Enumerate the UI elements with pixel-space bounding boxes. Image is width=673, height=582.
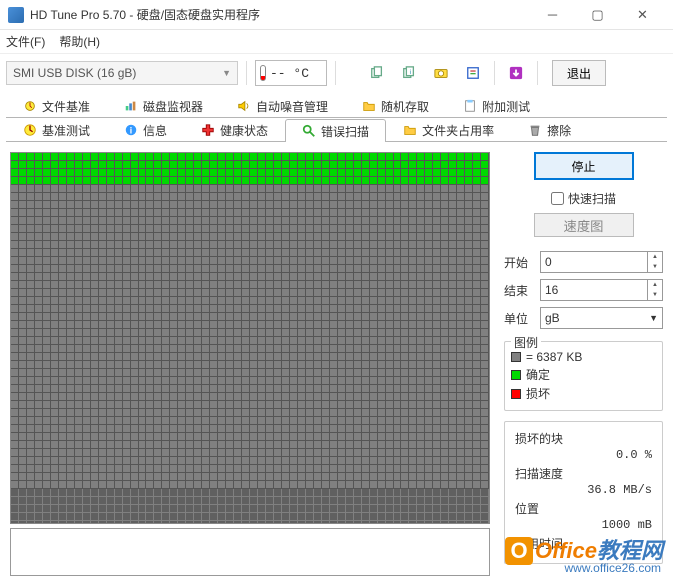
legend-swatch-blocksize — [511, 352, 521, 362]
erase-icon — [528, 123, 542, 137]
minimize-button[interactable]: ─ — [530, 1, 575, 29]
watermark: OOffice教程网 www.office26.com — [505, 533, 663, 565]
legend-box: 图例 = 6387 KB 确定 损坏 — [504, 341, 663, 411]
toolbar: SMI USB DISK (16 gB) ▼ -- °C i 退出 — [0, 54, 673, 92]
tab-random-access[interactable]: 随机存取 — [345, 94, 446, 117]
speed-map-button[interactable]: 速度图 — [534, 213, 634, 237]
titlebar: HD Tune Pro 5.70 - 硬盘/固态硬盘实用程序 ─ ▢ ✕ — [0, 0, 673, 30]
info-icon: i — [124, 123, 138, 137]
start-spinner[interactable]: ▲▼ — [648, 251, 663, 273]
copy-info-button[interactable]: i — [396, 60, 422, 86]
menu-help[interactable]: 帮助(H) — [59, 33, 100, 50]
app-icon — [8, 7, 24, 23]
content-area: 停止 快速扫描 速度图 开始 0 ▲▼ 结束 16 ▲▼ 单位 gB▼ 图例 =… — [0, 142, 673, 582]
close-button[interactable]: ✕ — [620, 1, 665, 29]
tab-disk-monitor[interactable]: 磁盘监视器 — [107, 94, 220, 117]
options-button[interactable] — [460, 60, 486, 86]
status-box — [10, 528, 490, 576]
random-access-icon — [362, 99, 376, 113]
tab-info[interactable]: i信息 — [107, 118, 184, 141]
end-input[interactable]: 16 — [540, 279, 648, 301]
end-spinner[interactable]: ▲▼ — [648, 279, 663, 301]
health-icon — [201, 123, 215, 137]
error-scan-icon — [302, 124, 316, 138]
tab-folder-usage[interactable]: 文件夹占用率 — [386, 118, 511, 141]
svg-text:i: i — [410, 69, 411, 76]
device-name: SMI USB DISK (16 gB) — [13, 66, 136, 80]
unit-select[interactable]: gB▼ — [540, 307, 663, 329]
device-select[interactable]: SMI USB DISK (16 gB) ▼ — [6, 61, 238, 85]
copy-text-button[interactable] — [364, 60, 390, 86]
side-panel: 停止 快速扫描 速度图 开始 0 ▲▼ 结束 16 ▲▼ 单位 gB▼ 图例 =… — [504, 152, 663, 576]
tab-file-bench[interactable]: 文件基准 — [6, 94, 107, 117]
folder-usage-icon — [403, 123, 417, 137]
aam-icon — [237, 99, 251, 113]
start-label: 开始 — [504, 254, 540, 271]
legend-swatch-ok — [511, 370, 521, 380]
tab-extra-tests[interactable]: 附加测试 — [446, 94, 547, 117]
extra-tests-icon — [463, 99, 477, 113]
exit-button[interactable]: 退出 — [552, 60, 606, 86]
thermometer-icon — [260, 65, 266, 81]
maximize-button[interactable]: ▢ — [575, 1, 620, 29]
scan-grid — [10, 152, 490, 524]
quick-scan-label: 快速扫描 — [568, 190, 616, 207]
end-label: 结束 — [504, 282, 540, 299]
tab-container: 文件基准磁盘监视器自动噪音管理随机存取附加测试 基准测试i信息健康状态错误扫描文… — [6, 94, 667, 142]
disk-monitor-icon — [124, 99, 138, 113]
tab-health[interactable]: 健康状态 — [184, 118, 285, 141]
quick-scan-checkbox[interactable] — [551, 192, 564, 205]
menubar: 文件(F) 帮助(H) — [0, 30, 673, 54]
tab-erase[interactable]: 擦除 — [511, 118, 588, 141]
unit-label: 单位 — [504, 310, 540, 327]
temperature-display: -- °C — [255, 60, 327, 86]
start-input[interactable]: 0 — [540, 251, 648, 273]
tab-aam[interactable]: 自动噪音管理 — [220, 94, 345, 117]
menu-file[interactable]: 文件(F) — [6, 33, 45, 50]
stop-button[interactable]: 停止 — [534, 152, 634, 180]
file-bench-icon — [23, 99, 37, 113]
chevron-down-icon: ▼ — [222, 68, 231, 78]
window-title: HD Tune Pro 5.70 - 硬盘/固态硬盘实用程序 — [30, 6, 260, 23]
svg-text:i: i — [130, 126, 132, 136]
save-button[interactable] — [503, 60, 529, 86]
screenshot-button[interactable] — [428, 60, 454, 86]
legend-swatch-damaged — [511, 389, 521, 399]
benchmark-icon — [23, 123, 37, 137]
tab-benchmark[interactable]: 基准测试 — [6, 118, 107, 141]
tab-error-scan[interactable]: 错误扫描 — [285, 119, 386, 142]
